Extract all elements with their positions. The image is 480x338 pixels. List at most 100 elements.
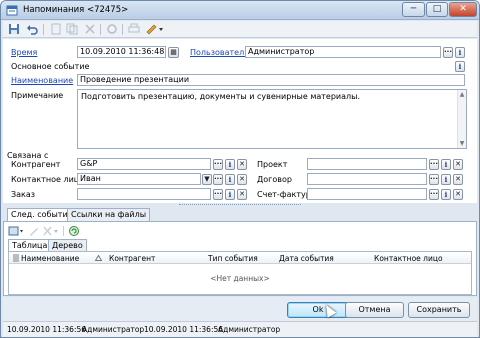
toolbar-separator — [43, 24, 44, 35]
next-events-panel: Таблица Дерево Наименование Контрагент Т… — [3, 221, 477, 296]
invoice-info-button[interactable]: i — [441, 189, 451, 200]
copy-icon — [66, 23, 78, 35]
contract-field[interactable] — [307, 173, 427, 185]
delete-icon — [85, 24, 95, 34]
created-by: Администратор — [82, 325, 145, 334]
save-icon[interactable] — [7, 23, 21, 35]
note-textarea[interactable]: Подготовить презентацию, документы и сув… — [77, 89, 467, 149]
order-clear-button[interactable]: ✕ — [237, 189, 247, 200]
tab-table[interactable]: Таблица — [8, 239, 52, 251]
grid-toolbar — [6, 224, 474, 238]
contact-clear-button[interactable]: ✕ — [237, 174, 247, 185]
contract-info-button[interactable]: i — [441, 174, 451, 185]
invoice-field[interactable] — [307, 188, 427, 200]
add-event-icon[interactable] — [8, 225, 24, 237]
toolbar — [3, 21, 477, 38]
tab-tree[interactable]: Дерево — [48, 239, 87, 251]
window-title: Напоминания <72475> — [23, 5, 129, 15]
project-label: Проект — [257, 160, 288, 169]
bottom-tabs: След. события Ссылки на файлы — [3, 208, 477, 222]
calendar-icon[interactable]: ▦ — [168, 47, 179, 58]
col-name[interactable]: Наименование — [21, 254, 79, 263]
app-icon — [6, 5, 18, 16]
edit-icon — [30, 228, 38, 236]
contact-label: Контактное лицо — [11, 175, 85, 184]
name-field[interactable]: Проведение презентации — [77, 74, 465, 86]
empty-grid-message: <Нет данных> — [210, 274, 270, 283]
col-event-type[interactable]: Тип события — [208, 254, 258, 263]
events-grid[interactable]: Наименование Контрагент Тип события Дата… — [8, 251, 472, 295]
splitter-handle[interactable] — [179, 204, 301, 206]
invoice-clear-button[interactable]: ✕ — [453, 189, 463, 200]
scroll-up-icon[interactable]: ▲ — [458, 91, 466, 98]
project-select-button[interactable]: ··· — [429, 159, 439, 170]
refresh-grid-icon[interactable] — [68, 225, 80, 237]
toolbar-separator — [63, 226, 64, 236]
status-bar: 10.09.2010 11:36:56 Администратор 10.09.… — [3, 321, 477, 337]
time-field[interactable]: 10.09.2010 11:36:48 — [77, 46, 166, 58]
modified-by: Администратор — [218, 325, 281, 334]
maximize-button[interactable]: □ — [426, 2, 448, 17]
view-tabs: Таблица Дерево — [8, 239, 468, 251]
name-label[interactable]: Наименование — [11, 76, 73, 85]
project-clear-button[interactable]: ✕ — [453, 159, 463, 170]
print-icon — [128, 23, 140, 33]
ok-button[interactable]: Ok — [287, 302, 349, 318]
close-button[interactable]: ✕ — [449, 2, 477, 17]
col-contact[interactable]: Контактное лицо — [374, 254, 443, 263]
note-text: Подготовить презентацию, документы и сув… — [81, 92, 360, 101]
reminder-window: Напоминания <72475> ─ □ ✕ Время 10.09.20… — [0, 0, 480, 338]
note-label: Примечание — [11, 91, 64, 100]
linked-section-label: Связана с — [7, 151, 49, 160]
counterparty-field[interactable]: G&P — [77, 158, 211, 170]
toolbar-separator — [100, 24, 101, 35]
contract-select-button[interactable]: ··· — [429, 174, 439, 185]
cancel-button[interactable]: Отмена — [345, 302, 404, 318]
modified-date: 10.09.2010 11:36:56 — [144, 325, 224, 334]
col-counterparty[interactable]: Контрагент — [109, 254, 155, 263]
column-chooser-icon[interactable] — [12, 254, 20, 262]
time-label[interactable]: Время — [11, 48, 37, 57]
counterparty-clear-button[interactable]: ✕ — [237, 159, 247, 170]
base-event-label: Основное событие — [11, 62, 90, 71]
title-bar[interactable]: Напоминания <72475> ─ □ ✕ — [1, 1, 479, 20]
save-button[interactable]: Сохранить — [408, 302, 470, 318]
grid-header: Наименование Контрагент Тип события Дата… — [9, 252, 471, 264]
refresh-icon — [107, 24, 117, 34]
scroll-down-icon[interactable]: ▼ — [458, 140, 466, 147]
user-select-button[interactable]: ··· — [443, 47, 453, 58]
order-label: Заказ — [11, 190, 36, 199]
base-event-info-button[interactable]: i — [455, 61, 465, 72]
col-event-date[interactable]: Дата события — [279, 254, 334, 263]
counterparty-label: Контрагент — [11, 160, 61, 169]
created-date: 10.09.2010 11:36:56 — [7, 325, 87, 334]
user-label[interactable]: Пользователь — [190, 48, 249, 57]
new-icon — [51, 23, 61, 35]
contact-dropdown-button[interactable]: ▼ — [202, 174, 212, 185]
user-field[interactable]: Администратор — [245, 46, 441, 58]
reminder-form: Время 10.09.2010 11:36:48 ▦ Пользователь… — [3, 39, 477, 203]
contract-clear-button[interactable]: ✕ — [453, 174, 463, 185]
minimize-button[interactable]: ─ — [402, 2, 425, 17]
contact-select-button[interactable]: ··· — [213, 174, 223, 185]
sort-asc-icon — [95, 255, 102, 261]
counterparty-info-button[interactable]: i — [225, 159, 235, 170]
tab-file-links[interactable]: Ссылки на файлы — [67, 208, 151, 221]
toolbar-separator — [122, 24, 123, 35]
dialog-buttons: Ok Отмена Сохранить — [3, 297, 477, 321]
counterparty-select-button[interactable]: ··· — [213, 159, 223, 170]
order-info-button[interactable]: i — [225, 189, 235, 200]
undo-icon[interactable] — [25, 23, 39, 35]
contact-field[interactable]: Иван — [77, 173, 201, 185]
project-field[interactable] — [307, 158, 427, 170]
delete-event-icon — [43, 226, 58, 236]
project-info-button[interactable]: i — [441, 159, 451, 170]
order-field[interactable] — [77, 188, 211, 200]
invoice-select-button[interactable]: ··· — [429, 189, 439, 200]
contract-label: Договор — [257, 175, 292, 184]
actions-icon[interactable] — [145, 23, 165, 35]
contact-info-button[interactable]: i — [225, 174, 235, 185]
order-select-button[interactable]: ··· — [213, 189, 223, 200]
note-scrollbar[interactable]: ▲ ▼ — [457, 90, 466, 148]
user-info-button[interactable]: i — [455, 47, 465, 58]
